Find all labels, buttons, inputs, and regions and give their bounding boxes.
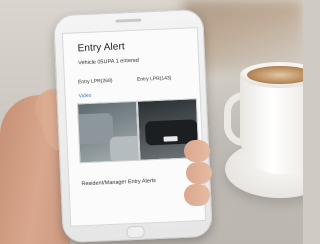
footer-label: Resident/Manager Entry Alerts xyxy=(81,178,157,188)
video-link[interactable]: Video xyxy=(79,93,92,100)
car-shape xyxy=(76,112,114,145)
camera-label-left: Entry LPR(268) xyxy=(77,77,113,86)
phone-speaker xyxy=(115,18,142,23)
photo-scene: Entry Alert Vehicle 05UPA 1 entered Entr… xyxy=(0,0,303,244)
home-button[interactable] xyxy=(126,225,145,239)
finger xyxy=(184,184,210,206)
license-plate xyxy=(163,136,178,142)
alert-message: Vehicle 05UPA 1 entered xyxy=(78,57,140,67)
finger xyxy=(184,140,210,162)
alert-title: Entry Alert xyxy=(77,41,126,55)
finger xyxy=(186,162,212,184)
smartphone: Entry Alert Vehicle 05UPA 1 entered Entr… xyxy=(53,8,213,244)
ground-shape xyxy=(109,135,140,164)
camera-snapshot-left[interactable] xyxy=(76,100,140,164)
camera-label-right: Entry LPR(143) xyxy=(136,75,172,83)
